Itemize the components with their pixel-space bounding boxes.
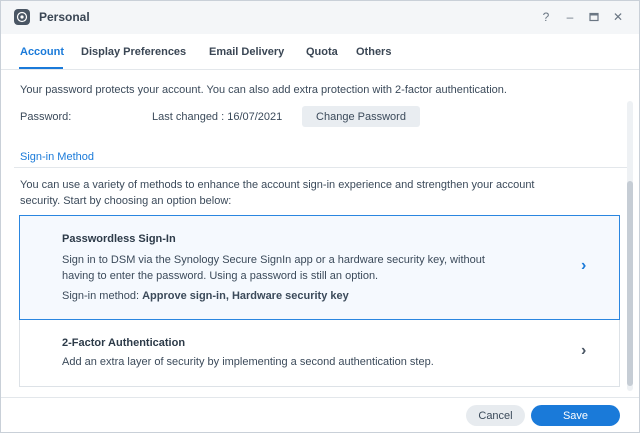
save-button[interactable]: Save (531, 405, 620, 426)
tab-email-delivery[interactable]: Email Delivery (209, 46, 284, 58)
close-icon[interactable]: ✕ (610, 9, 626, 25)
vertical-scrollbar[interactable] (627, 101, 633, 391)
account-intro: Your password protects your account. You… (20, 84, 507, 96)
dialog-footer: Cancel Save (1, 397, 639, 432)
personal-window: Personal ? – ✕ Account Display Preferenc… (0, 0, 640, 433)
scrollbar-thumb[interactable] (627, 181, 633, 386)
card-description-line1: Sign in to DSM via the Synology Secure S… (62, 254, 485, 266)
section-divider (14, 167, 627, 168)
sign-in-method-summary: Sign-in method: Approve sign-in, Hardwar… (62, 288, 349, 304)
sign-in-description-line1: You can use a variety of methods to enha… (20, 179, 535, 191)
active-tab-indicator (19, 67, 63, 69)
sign-in-description-line2: security. Start by choosing an option be… (20, 195, 232, 207)
minimize-icon[interactable]: – (562, 9, 578, 25)
title-bar[interactable]: Personal ? – ✕ (1, 1, 639, 34)
card-description-line2: having to enter the password. Using a pa… (62, 270, 379, 282)
sign-in-method-heading: Sign-in Method (20, 151, 94, 163)
password-last-changed: Last changed : 16/07/2021 (152, 111, 283, 123)
card-title: Passwordless Sign-In (62, 233, 176, 245)
tab-account[interactable]: Account (20, 46, 64, 58)
synology-dsm-icon (16, 11, 28, 23)
change-password-button[interactable]: Change Password (302, 106, 420, 127)
card-description-line1: Add an extra layer of security by implem… (62, 356, 434, 368)
window-title: Personal (39, 10, 90, 24)
passwordless-sign-in-card[interactable]: Passwordless Sign-In Sign in to DSM via … (19, 215, 620, 320)
password-label: Password: (20, 111, 72, 123)
tab-display-preferences[interactable]: Display Preferences (81, 46, 186, 58)
sign-in-method-value: Approve sign-in, Hardware security key (142, 290, 349, 302)
account-panel: Your password protects your account. You… (1, 71, 627, 401)
card-title: 2-Factor Authentication (62, 337, 186, 349)
sign-in-method-prefix: Sign-in method: (62, 290, 143, 302)
tab-others[interactable]: Others (356, 46, 391, 58)
tab-quota[interactable]: Quota (306, 46, 338, 58)
chevron-right-icon: › (581, 257, 587, 274)
cancel-button[interactable]: Cancel (466, 405, 525, 426)
two-factor-auth-card[interactable]: 2-Factor Authentication Add an extra lay… (19, 320, 620, 387)
help-icon[interactable]: ? (538, 9, 554, 25)
tab-bar: Account Display Preferences Email Delive… (1, 34, 639, 70)
app-icon (14, 9, 30, 25)
maximize-icon[interactable] (586, 9, 602, 25)
chevron-right-icon: › (581, 342, 587, 359)
